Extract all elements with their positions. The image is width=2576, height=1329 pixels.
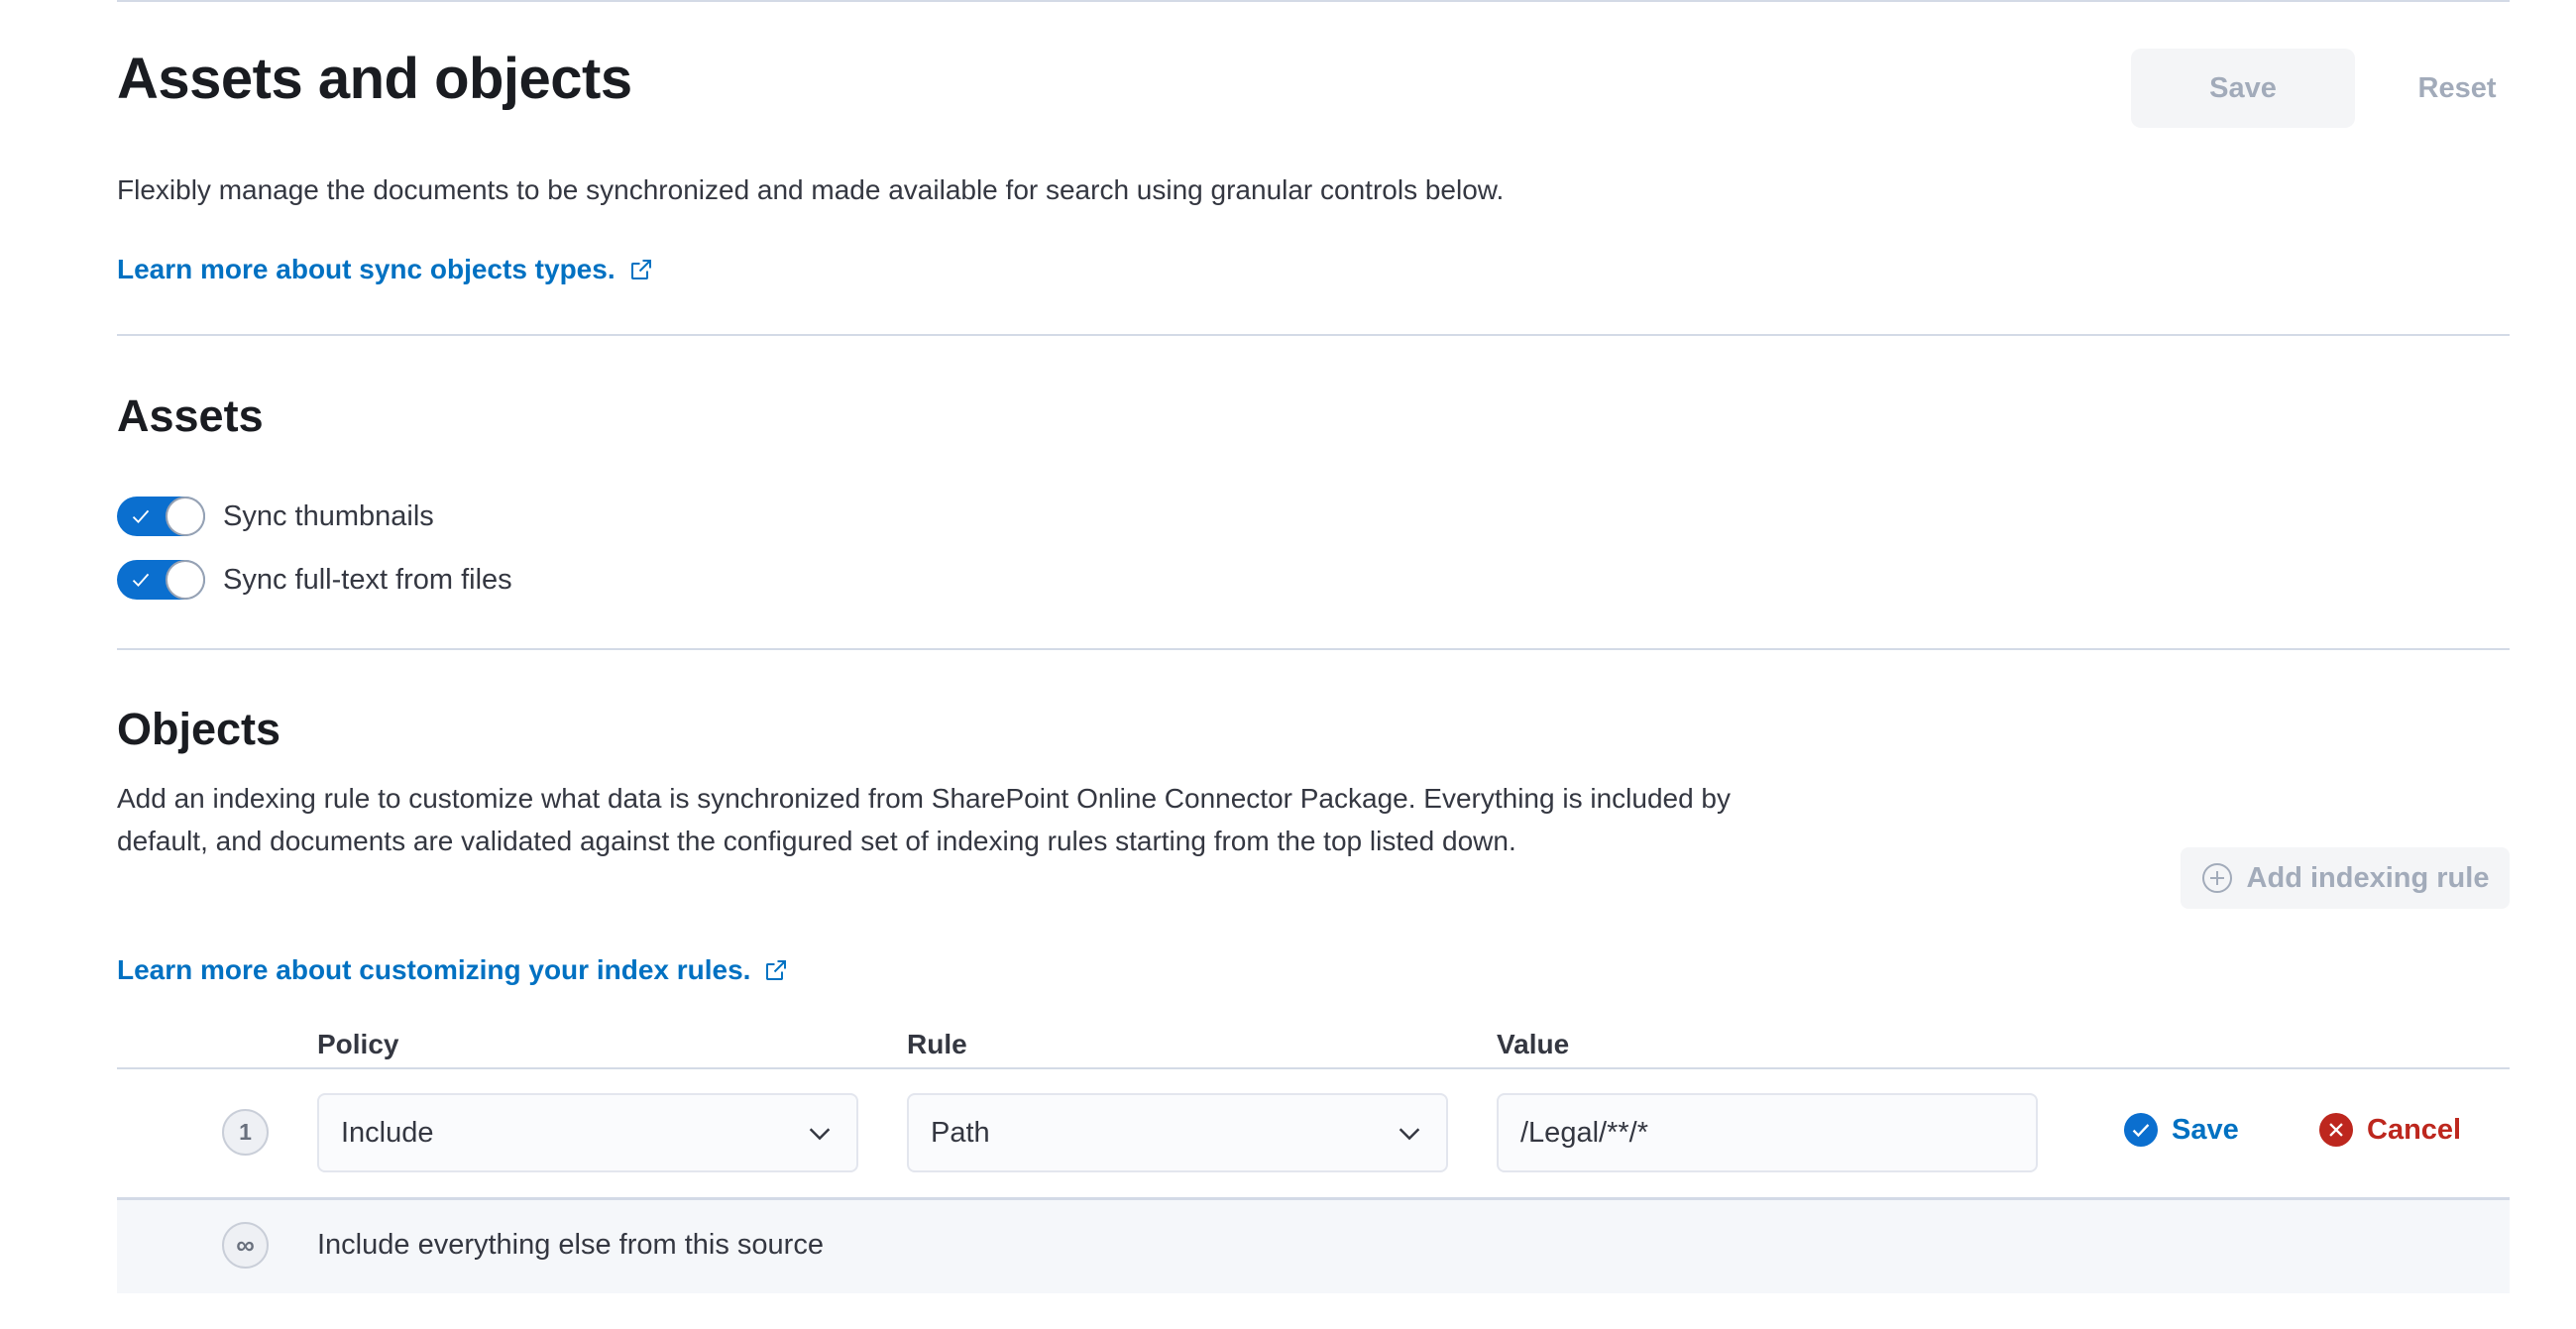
switch-knob — [166, 497, 205, 536]
learn-more-index-rules-link[interactable]: Learn more about customizing your index … — [117, 954, 788, 986]
assets-title: Assets — [117, 390, 264, 441]
row-save-label: Save — [2172, 1113, 2239, 1146]
rule-select[interactable]: Path — [907, 1093, 1448, 1172]
add-indexing-rule-label: Add indexing rule — [2246, 861, 2490, 894]
value-input[interactable]: /Legal/**/* — [1497, 1093, 2038, 1172]
sync-full-text-switch[interactable] — [117, 560, 205, 600]
sync-thumbnails-switch[interactable] — [117, 497, 205, 536]
cross-in-circle-icon — [2319, 1113, 2353, 1147]
sync-thumbnails-label: Sync thumbnails — [223, 499, 434, 532]
learn-more-sync-objects-link[interactable]: Learn more about sync objects types. — [117, 254, 653, 285]
check-in-circle-icon — [2124, 1113, 2158, 1147]
policy-select-value: Include — [341, 1116, 434, 1149]
row-save-button[interactable]: Save — [2124, 1113, 2239, 1147]
value-input-text: /Legal/**/* — [1520, 1116, 1648, 1149]
page-title: Assets and objects — [117, 47, 632, 111]
link-label: Learn more about customizing your index … — [117, 954, 751, 985]
save-button[interactable]: Save — [2131, 49, 2355, 128]
page-description: Flexibly manage the documents to be sync… — [117, 174, 1505, 205]
check-icon — [132, 509, 150, 523]
objects-title: Objects — [117, 704, 281, 754]
infinity-icon: ∞ — [222, 1222, 269, 1269]
sync-thumbnails-toggle-row: Sync thumbnails — [117, 497, 434, 536]
reset-button[interactable]: Reset — [2399, 49, 2516, 128]
link-label: Learn more about sync objects types. — [117, 254, 616, 284]
column-header-rule: Rule — [907, 1029, 967, 1059]
policy-select[interactable]: Include — [317, 1093, 858, 1172]
rule-order-badge[interactable]: 1 — [222, 1109, 269, 1156]
section-divider — [117, 334, 2510, 336]
external-link-icon — [766, 960, 787, 980]
add-indexing-rule-button[interactable]: Add indexing rule — [2181, 847, 2510, 909]
plus-in-circle-icon — [2201, 863, 2232, 893]
rule-select-value: Path — [931, 1116, 990, 1149]
switch-knob — [166, 560, 205, 600]
column-header-policy: Policy — [317, 1029, 399, 1059]
row-cancel-button[interactable]: Cancel — [2319, 1113, 2461, 1147]
external-link-icon — [630, 260, 651, 279]
top-divider — [117, 0, 2510, 2]
table-header-divider — [117, 1067, 2510, 1069]
row-cancel-label: Cancel — [2367, 1113, 2462, 1146]
objects-description: Add an indexing rule to customize what d… — [117, 783, 1732, 856]
check-icon — [132, 573, 150, 587]
sync-full-text-label: Sync full-text from files — [223, 563, 512, 596]
default-rule-text: Include everything else from this source — [317, 1229, 824, 1261]
chevron-down-icon — [809, 1128, 831, 1141]
section-divider — [117, 648, 2510, 650]
column-header-value: Value — [1497, 1029, 1570, 1059]
sync-full-text-toggle-row: Sync full-text from files — [117, 560, 512, 600]
chevron-down-icon — [1399, 1128, 1420, 1141]
